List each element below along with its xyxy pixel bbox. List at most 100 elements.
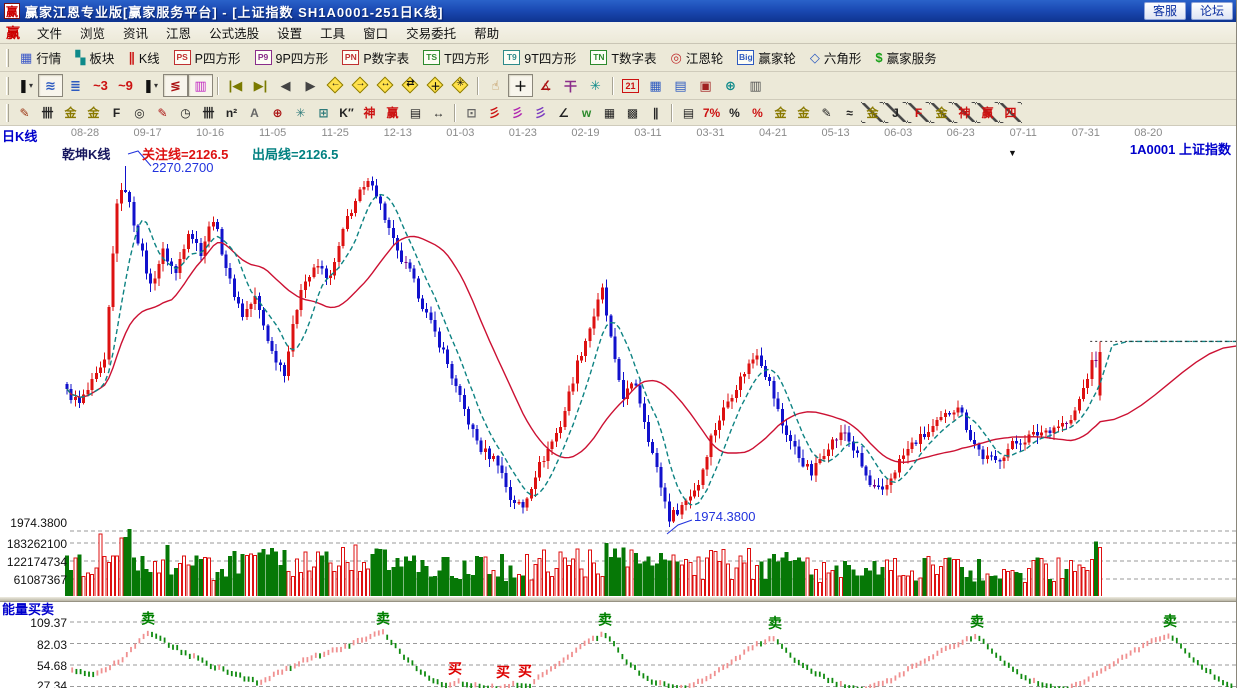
tool-period-day-selector[interactable]: ❚▾ [13,74,38,97]
draw-number-grid[interactable]: ▤ [404,102,427,123]
customer-service-button[interactable]: 客服 [1144,2,1186,20]
draw-square-of-nine[interactable]: n² [220,102,243,123]
tool-web-export[interactable]: ⊕ [718,74,743,97]
menu-item-6[interactable]: 工具 [311,21,354,44]
draw-percent[interactable]: % [723,102,746,123]
tool-page-right[interactable]: ▶ [298,74,323,97]
draw-angle-lines[interactable]: ∠ [552,102,575,123]
draw-price-ruler[interactable]: 卌 [197,102,220,123]
toolbar-button-t-number-table[interactable]: TNT数字表 [583,45,663,70]
tool-zoom-out-all[interactable]: ✳ [448,74,473,97]
toolbar-button-p-square[interactable]: PSP四方形 [167,45,248,70]
tool-shrink-horizontal[interactable]: ⇄ [398,74,423,97]
draw-fan-magenta[interactable]: 彡 [506,102,529,123]
chart-area[interactable]: 卖卖卖卖卖卖买买买 日K线 乾坤K线 关注线=2126.5 出局线=2126.5… [0,142,1237,688]
tool-region-select[interactable]: ≋ [38,74,63,97]
toolbar-button-kline[interactable]: ∥K线 [121,45,166,70]
draw-shen-tool[interactable]: 神 [358,102,381,123]
toolbar-button-winner-service[interactable]: $赢家服务 [868,45,943,70]
draw-fib-ruler[interactable]: F [105,102,128,123]
draw-gold-angle[interactable]: 金 [861,102,884,123]
draw-percent-7[interactable]: 7% [700,102,723,123]
draw-parallel-lines[interactable]: ∥ [644,102,667,123]
draw-gold-circle[interactable]: 金 [769,102,792,123]
draw-width-measure[interactable]: ↔ [427,102,450,123]
draw-k-sign[interactable]: K″ [335,102,358,123]
menu-item-3[interactable]: 江恩 [157,21,200,44]
draw-time-ruler[interactable]: 卌 [36,102,59,123]
draw-golden-ratio[interactable]: 金 [82,102,105,123]
tool-expand-horizontal[interactable]: ↔ [373,74,398,97]
draw-f-angle[interactable]: F [907,102,930,123]
tool-angle-measure[interactable]: ∡ [533,74,558,97]
panel-divider[interactable] [0,596,1237,602]
toolbar-button-sectors[interactable]: ▚板块 [68,45,121,70]
tool-notepad[interactable]: ▤ [668,74,693,97]
tool-tool-web[interactable]: ✳ [583,74,608,97]
tool-calendar[interactable]: 21 [618,74,643,97]
toolbar-button-hexagon[interactable]: ◇六角形 [803,45,869,70]
toolbar-button-gann-wheel[interactable]: ◎江恩轮 [664,45,731,70]
draw-wave-lines[interactable]: w [575,102,598,123]
toolbar-button-quotes[interactable]: ▦行情 [13,45,68,70]
draw-win-angle[interactable]: 赢 [976,102,999,123]
draw-spiral[interactable]: ◎ [128,102,151,123]
menu-item-2[interactable]: 资讯 [114,21,157,44]
menu-item-7[interactable]: 窗口 [354,21,397,44]
draw-gold-angle-2[interactable]: 金 [930,102,953,123]
draw-fan-red[interactable]: 彡 [483,102,506,123]
draw-gann-circle[interactable]: ⊕ [266,102,289,123]
draw-gold-line[interactable]: 金 [792,102,815,123]
draw-time-circle[interactable]: ◷ [174,102,197,123]
tool-save[interactable]: ▣ [693,74,718,97]
toolbar-button-t-square[interactable]: TST四方形 [416,45,496,70]
draw-andrews-fork[interactable]: A [243,102,266,123]
toolbar-button-p-number-table[interactable]: PNP数字表 [335,45,416,70]
tool-calculator[interactable]: ▦ [643,74,668,97]
menu-item-1[interactable]: 浏览 [71,21,114,44]
draw-square-web[interactable]: ⊞ [312,102,335,123]
menu-item-5[interactable]: 设置 [268,21,311,44]
kline-chart-canvas[interactable]: 卖卖卖卖卖卖买买买 [0,142,1237,688]
draw-percent-line[interactable]: % [746,102,769,123]
menu-item-8[interactable]: 交易委托 [397,21,465,44]
tool-hand-tool[interactable]: ☝ [483,74,508,97]
draw-trend-pencil[interactable]: ✎ [151,102,174,123]
draw-j-angle[interactable]: J [884,102,907,123]
tool-system-tool[interactable]: ▥ [743,74,768,97]
draw-spider-web[interactable]: ✳ [289,102,312,123]
tool-crosshair-tool[interactable]: ＋ [508,74,533,97]
tool-wave-9[interactable]: ~9 [113,74,138,97]
menu-item-9[interactable]: 帮助 [465,21,508,44]
tool-zoom-in-all[interactable]: ＋ [423,74,448,97]
tool-first-page[interactable]: |◀ [223,74,248,97]
draw-four-angle[interactable]: 四 [999,102,1022,123]
toolbar-button-t9-square[interactable]: T99T四方形 [496,45,583,70]
tool-shift-right[interactable]: → [348,74,373,97]
draw-mark-pen[interactable]: ✎ [815,102,838,123]
tool-page-left[interactable]: ◀ [273,74,298,97]
draw-grid-a[interactable]: ▦ [598,102,621,123]
tool-last-page[interactable]: ▶| [248,74,273,97]
draw-golden-section[interactable]: 金 [59,102,82,123]
draw-gann-line[interactable]: ✎ [13,102,36,123]
tool-zigzag-style[interactable]: ≶ [163,74,188,97]
draw-win-tool[interactable]: 赢 [381,102,404,123]
menu-item-4[interactable]: 公式选股 [200,21,268,44]
tool-tool-purple[interactable]: 干 [558,74,583,97]
forum-button[interactable]: 论坛 [1191,2,1233,20]
toolbar-button-winner-wheel[interactable]: Big赢家轮 [730,45,803,70]
toolbar-button-p9-square[interactable]: P99P四方形 [248,45,336,70]
tool-volume-style[interactable]: ▥ [188,74,213,97]
tool-candle-style-selector[interactable]: ❚▾ [138,74,163,97]
menu-item-0[interactable]: 文件 [28,21,71,44]
draw-stat-table[interactable]: ▤ [677,102,700,123]
draw-gann-box[interactable]: ⊡ [460,102,483,123]
draw-fan-violet[interactable]: 彡 [529,102,552,123]
draw-channel[interactable]: ≈ [838,102,861,123]
tool-wave-3[interactable]: ~3 [88,74,113,97]
tool-info-list[interactable]: ≣ [63,74,88,97]
draw-grid-b[interactable]: ▩ [621,102,644,123]
draw-shen-angle[interactable]: 神 [953,102,976,123]
tool-shift-left[interactable]: ← [323,74,348,97]
